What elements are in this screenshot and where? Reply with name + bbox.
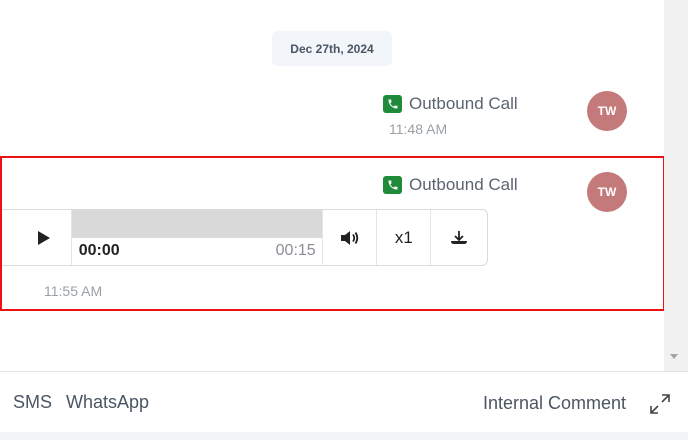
scroll-down-arrow-icon[interactable]: [670, 354, 678, 359]
tab-internal-comment[interactable]: Internal Comment: [483, 393, 626, 414]
app-frame: Dec 27th, 2024 Outbound Call 11:48 AM TW…: [0, 0, 688, 440]
avatar[interactable]: TW: [587, 91, 627, 131]
call-message-header: Outbound Call: [383, 94, 518, 114]
tab-sms[interactable]: SMS: [13, 392, 52, 413]
selection-highlight: [0, 156, 664, 311]
scrollbar[interactable]: [664, 0, 688, 371]
footer-strip: [0, 432, 688, 440]
date-separator: Dec 27th, 2024: [272, 31, 392, 66]
composer-bar: SMS WhatsApp Internal Comment: [0, 371, 688, 440]
expand-icon: [650, 394, 670, 414]
conversation-panel: Dec 27th, 2024 Outbound Call 11:48 AM TW…: [0, 0, 664, 371]
tab-whatsapp[interactable]: WhatsApp: [66, 392, 149, 413]
phone-icon: [383, 95, 402, 113]
call-title: Outbound Call: [409, 94, 518, 113]
message-time: 11:48 AM: [389, 121, 448, 137]
expand-button[interactable]: [649, 393, 671, 415]
